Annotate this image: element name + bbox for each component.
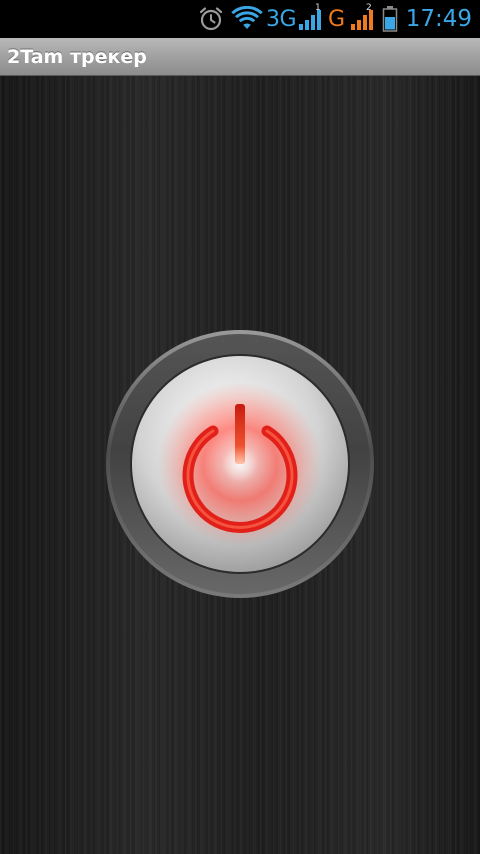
network-type-1: 3G [266,0,297,38]
wifi-icon [231,0,263,38]
status-bar: 3G 1 G 2 17:49 [0,0,480,38]
main-content [0,76,480,854]
network-type-2-label: G [328,6,345,32]
app-screen: 3G 1 G 2 17:49 2Tam трекер [0,0,480,854]
sim-2-label: 2 [366,3,372,13]
signal-icon [350,0,376,38]
network-type-1-label: 3G [266,6,297,32]
power-button[interactable] [105,329,375,599]
network-type-2: G [328,0,345,38]
clock-label: 17:49 [405,6,472,32]
battery-icon [382,0,400,38]
status-clock: 17:49 [406,0,472,38]
sim-1-label: 1 [315,3,321,13]
app-title: 2Tam трекер [7,46,147,68]
title-bar: 2Tam трекер [0,38,480,76]
alarm-icon [198,0,224,38]
